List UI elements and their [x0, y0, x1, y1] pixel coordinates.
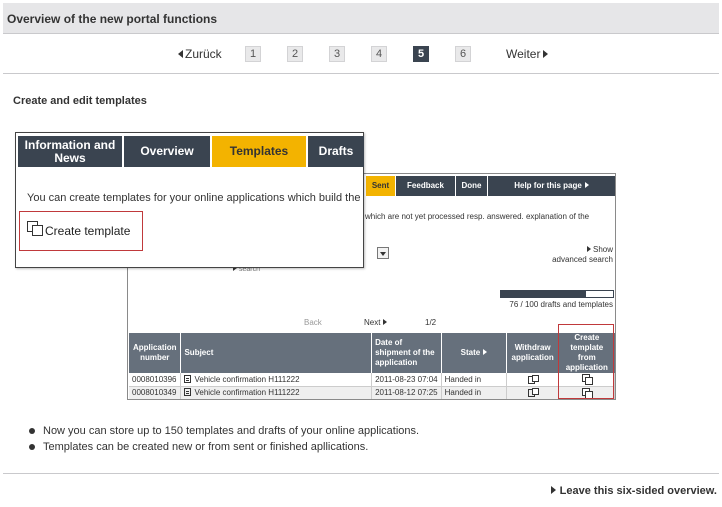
chevron-right-icon: [586, 246, 591, 252]
document-icon: [184, 388, 192, 396]
drafts-progress-bar: [500, 290, 614, 298]
row-number: 0008010349: [129, 386, 182, 399]
chevron-left-icon: [178, 50, 183, 58]
tab-overview[interactable]: Overview: [124, 136, 212, 167]
page-4-button[interactable]: 4: [371, 46, 387, 62]
pager: Zurück 1 2 3 4 5 6 Weiter: [0, 46, 722, 64]
column-header-withdraw: Withdraw application: [506, 333, 560, 373]
row-state: Handed in: [441, 373, 508, 387]
column-header-number: Application number: [129, 333, 182, 373]
show-text: Show: [592, 245, 613, 254]
chevron-right-icon: [383, 319, 388, 325]
screenshot-tab-row: Sent Feedback Done Help for this page: [366, 176, 615, 196]
withdraw-icon: [527, 388, 539, 397]
next-page-label: Weiter: [506, 47, 541, 61]
row-subject: Vehicle confirmation H111222: [180, 386, 373, 399]
feature-list: Now you can store up to 150 templates an…: [29, 423, 419, 455]
row-date: 2011-08-23 07:04: [371, 373, 442, 387]
page-6-button[interactable]: 6: [455, 46, 471, 62]
screenshot-advanced-search: advanced search: [552, 255, 613, 264]
screenshot-tab-sent: Sent: [366, 176, 396, 196]
chevron-right-icon: [543, 50, 549, 58]
chevron-right-icon: [550, 486, 556, 494]
create-template-column-highlight: [558, 324, 614, 399]
column-header-date: Date of shipment of the application: [371, 333, 442, 373]
chevron-right-icon: [584, 182, 589, 188]
create-template-label: Create template: [45, 224, 131, 238]
page-3-button[interactable]: 3: [329, 46, 345, 62]
state-header-text: State: [460, 348, 481, 357]
next-page-link[interactable]: Weiter: [506, 47, 549, 61]
screenshot-help-label: Help for this page: [514, 181, 582, 190]
row-withdraw: [506, 373, 560, 387]
next-text: Next: [364, 318, 381, 327]
row-number: 0008010396: [129, 373, 182, 387]
page-5-button[interactable]: 5: [413, 46, 429, 62]
screenshot-info-text: which are not yet processed resp. answer…: [365, 212, 590, 221]
page-1-button[interactable]: 1: [245, 46, 261, 62]
screenshot-show-label: Show: [552, 245, 613, 255]
row-subject: Vehicle confirmation H111222: [180, 373, 373, 387]
copy-icon: [27, 221, 43, 236]
column-header-state: State: [441, 333, 508, 373]
list-item: Now you can store up to 150 templates an…: [29, 423, 419, 439]
drafts-count: 76 / 100 drafts and templates: [509, 300, 613, 309]
portal-tabs: Information and News Overview Templates …: [18, 136, 364, 167]
chevron-right-icon: [483, 349, 488, 355]
create-template-button[interactable]: Create template: [19, 211, 143, 251]
tab-information-and-news[interactable]: Information and News: [18, 136, 124, 167]
prev-page-link[interactable]: Zurück: [178, 47, 222, 61]
page-2-button[interactable]: 2: [287, 46, 303, 62]
screenshot-back: Back: [304, 318, 322, 327]
divider: [3, 73, 719, 74]
tab-templates[interactable]: Templates: [212, 136, 308, 167]
document-icon: [184, 374, 192, 383]
leave-overview-label: Leave this six-sided overview.: [559, 485, 717, 497]
row-withdraw: [506, 386, 560, 399]
row-date: 2011-08-12 07:25: [371, 386, 442, 399]
page-header: Overview of the new portal functions: [3, 3, 719, 34]
dropdown-arrow-icon: [377, 247, 389, 259]
screenshot-tab-help: Help for this page: [488, 176, 615, 196]
screenshot-show-search: Show advanced search: [552, 245, 613, 265]
tab-drafts[interactable]: Drafts: [308, 136, 364, 167]
withdraw-icon: [527, 374, 539, 384]
table-row: 0008010349 Vehicle confirmation H111222 …: [129, 386, 615, 399]
page-title: Overview of the new portal functions: [7, 12, 218, 26]
screenshot-tab-done: Done: [456, 176, 488, 196]
prev-page-label: Zurück: [185, 47, 222, 61]
screenshot-tab-feedback: Feedback: [396, 176, 456, 196]
section-heading: Create and edit templates: [13, 95, 147, 107]
table-row: 0008010396 Vehicle confirmation H111222 …: [129, 373, 615, 387]
screenshot-next: Next: [364, 318, 388, 327]
leave-overview-link[interactable]: Leave this six-sided overview.: [550, 485, 717, 497]
templates-zoom-panel: Information and News Overview Templates …: [15, 132, 364, 268]
applications-table: Application number Subject Date of shipm…: [129, 333, 615, 399]
row-subject-text: Vehicle confirmation H111222: [194, 388, 300, 397]
column-header-subject: Subject: [180, 333, 373, 373]
row-state: Handed in: [441, 386, 508, 399]
drafts-progress-fill: [501, 291, 587, 297]
list-item: Templates can be created new or from sen…: [29, 439, 419, 455]
divider: [3, 473, 719, 474]
screenshot-page-indicator: 1/2: [425, 318, 437, 327]
templates-description: You can create templates for your online…: [27, 192, 361, 204]
row-subject-text: Vehicle confirmation H111222: [194, 374, 300, 384]
